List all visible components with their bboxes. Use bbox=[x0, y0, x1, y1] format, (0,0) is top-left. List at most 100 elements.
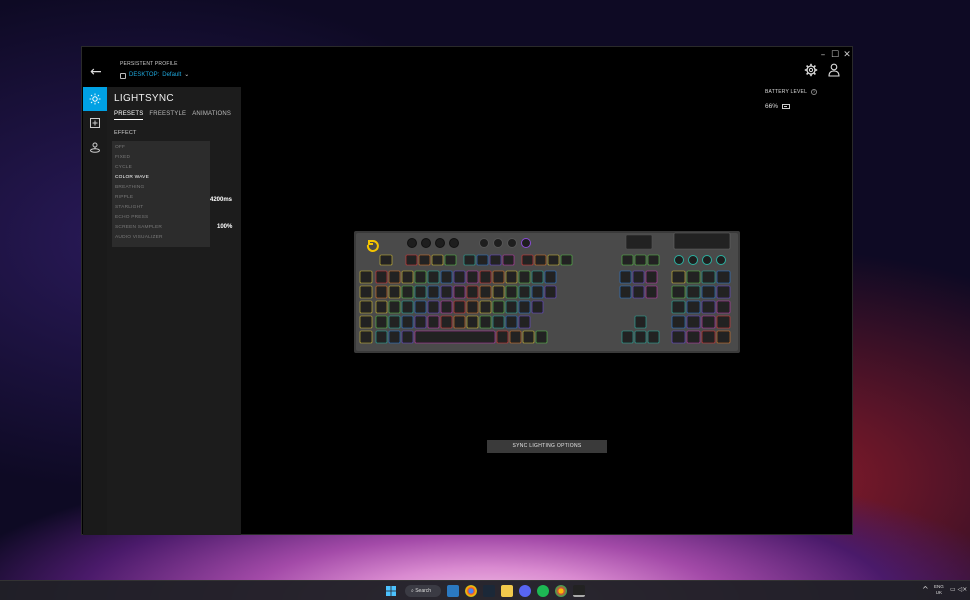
back-arrow-icon[interactable]: ← bbox=[90, 64, 108, 80]
keycap bbox=[716, 315, 731, 329]
keycap bbox=[466, 270, 479, 284]
keycap bbox=[547, 254, 560, 266]
keycap bbox=[492, 300, 505, 314]
effect-option[interactable]: BREATHING bbox=[112, 183, 210, 193]
keycap bbox=[388, 285, 401, 299]
tray-chevron-icon[interactable]: ^ bbox=[922, 585, 929, 594]
keycap bbox=[414, 330, 496, 344]
keycap bbox=[671, 300, 686, 314]
keycap bbox=[621, 254, 634, 266]
keycap bbox=[505, 300, 518, 314]
media-button bbox=[449, 238, 459, 248]
keycap bbox=[359, 300, 373, 314]
icon-rail bbox=[83, 87, 107, 535]
keyboard-preview[interactable] bbox=[354, 231, 740, 353]
close-button[interactable]: ✕ bbox=[840, 49, 854, 61]
keycap bbox=[489, 254, 502, 266]
sun-icon bbox=[89, 93, 101, 105]
battery-percent: 66% bbox=[765, 103, 779, 110]
keycap bbox=[518, 270, 531, 284]
language-indicator[interactable]: ENG UK bbox=[934, 584, 944, 596]
effect-option[interactable]: STARLIGHT bbox=[112, 203, 210, 213]
speed-value: 4200ms bbox=[210, 197, 233, 203]
keycap bbox=[544, 270, 557, 284]
keycap bbox=[716, 270, 731, 284]
ghub-window: – ☐ ✕ ← PERSISTENT PROFILE DESKTOP: Defa… bbox=[81, 46, 853, 535]
keycap bbox=[479, 315, 492, 329]
help-icon[interactable]: ? bbox=[811, 89, 818, 95]
sync-lighting-options-button[interactable]: SYNC LIGHTING OPTIONS bbox=[487, 440, 607, 453]
keycap bbox=[414, 270, 427, 284]
keycap bbox=[518, 315, 531, 329]
panel-title: LIGHTSYNC bbox=[114, 93, 174, 104]
rail-item-lightsync[interactable] bbox=[83, 87, 107, 111]
keycap bbox=[671, 270, 686, 284]
steam-icon[interactable] bbox=[483, 585, 495, 597]
ghub-taskbar-icon[interactable] bbox=[573, 585, 585, 597]
keycap bbox=[634, 330, 647, 344]
keycap bbox=[701, 330, 716, 344]
keycap bbox=[716, 285, 731, 299]
keycap bbox=[379, 254, 393, 266]
keycap bbox=[418, 254, 431, 266]
keycap bbox=[476, 254, 489, 266]
keycap bbox=[647, 330, 660, 344]
keycap bbox=[671, 315, 686, 329]
effect-option[interactable]: RIPPLE bbox=[112, 193, 210, 203]
keycap bbox=[466, 315, 479, 329]
spotify-icon[interactable] bbox=[537, 585, 549, 597]
vscode-icon[interactable] bbox=[447, 585, 459, 597]
battery-level-value: 66% bbox=[765, 103, 791, 110]
keycap bbox=[359, 270, 373, 284]
rail-item-game-mode[interactable] bbox=[83, 135, 107, 159]
media-button bbox=[688, 255, 698, 265]
keycap bbox=[359, 285, 373, 299]
account-icon[interactable] bbox=[828, 63, 840, 77]
chrome-canary-icon[interactable] bbox=[555, 585, 567, 597]
keycap bbox=[531, 285, 544, 299]
effect-option[interactable]: OFF bbox=[112, 143, 210, 153]
keycap bbox=[531, 270, 544, 284]
keycap bbox=[388, 330, 401, 344]
discord-icon[interactable] bbox=[519, 585, 531, 597]
keycap bbox=[388, 270, 401, 284]
keycap bbox=[716, 300, 731, 314]
keycap bbox=[701, 285, 716, 299]
keycap bbox=[686, 300, 701, 314]
keycap bbox=[453, 270, 466, 284]
gear-icon[interactable] bbox=[804, 63, 818, 77]
tray-icons[interactable]: ▭ ◁× bbox=[950, 586, 967, 593]
brightness-value: 100% bbox=[217, 224, 233, 230]
windows-start-icon[interactable] bbox=[385, 585, 397, 597]
rail-item-assignments[interactable] bbox=[83, 111, 107, 135]
keycap bbox=[414, 285, 427, 299]
keycap bbox=[375, 315, 388, 329]
keycap bbox=[427, 300, 440, 314]
chevron-down-icon: ⌄ bbox=[184, 72, 190, 78]
keycap bbox=[632, 285, 645, 299]
effect-option[interactable]: SCREEN SAMPLER bbox=[112, 223, 210, 233]
keycap bbox=[632, 270, 645, 284]
tab-animations[interactable]: ANIMATIONS bbox=[192, 111, 231, 120]
effect-option[interactable]: CYCLE bbox=[112, 163, 210, 173]
keycap bbox=[560, 254, 573, 266]
tab-presets[interactable]: PRESETS bbox=[114, 111, 144, 120]
keycap bbox=[701, 270, 716, 284]
effect-option-selected[interactable]: COLOR WAVE bbox=[112, 173, 210, 183]
keycap bbox=[440, 315, 453, 329]
effect-dropdown-list[interactable]: OFF FIXED CYCLE COLOR WAVE BREATHING RIP… bbox=[112, 141, 210, 247]
taskbar-search[interactable]: ⌕ Search bbox=[405, 585, 441, 597]
tab-freestyle[interactable]: FREESTYLE bbox=[149, 111, 186, 120]
battery-icon bbox=[782, 104, 791, 109]
file-explorer-icon[interactable] bbox=[501, 585, 513, 597]
battery-level-label: BATTERY LEVEL ? bbox=[765, 89, 818, 95]
effect-option[interactable]: FIXED bbox=[112, 153, 210, 163]
profile-selector[interactable]: DESKTOP: Default ⌄ bbox=[120, 71, 190, 79]
effect-option[interactable]: AUDIO VISUALIZER bbox=[112, 233, 210, 243]
keycap bbox=[359, 315, 373, 329]
media-button bbox=[674, 255, 684, 265]
keycap bbox=[440, 270, 453, 284]
effect-option[interactable]: ECHO PRESS bbox=[112, 213, 210, 223]
keycap bbox=[453, 300, 466, 314]
chrome-icon[interactable] bbox=[465, 585, 477, 597]
